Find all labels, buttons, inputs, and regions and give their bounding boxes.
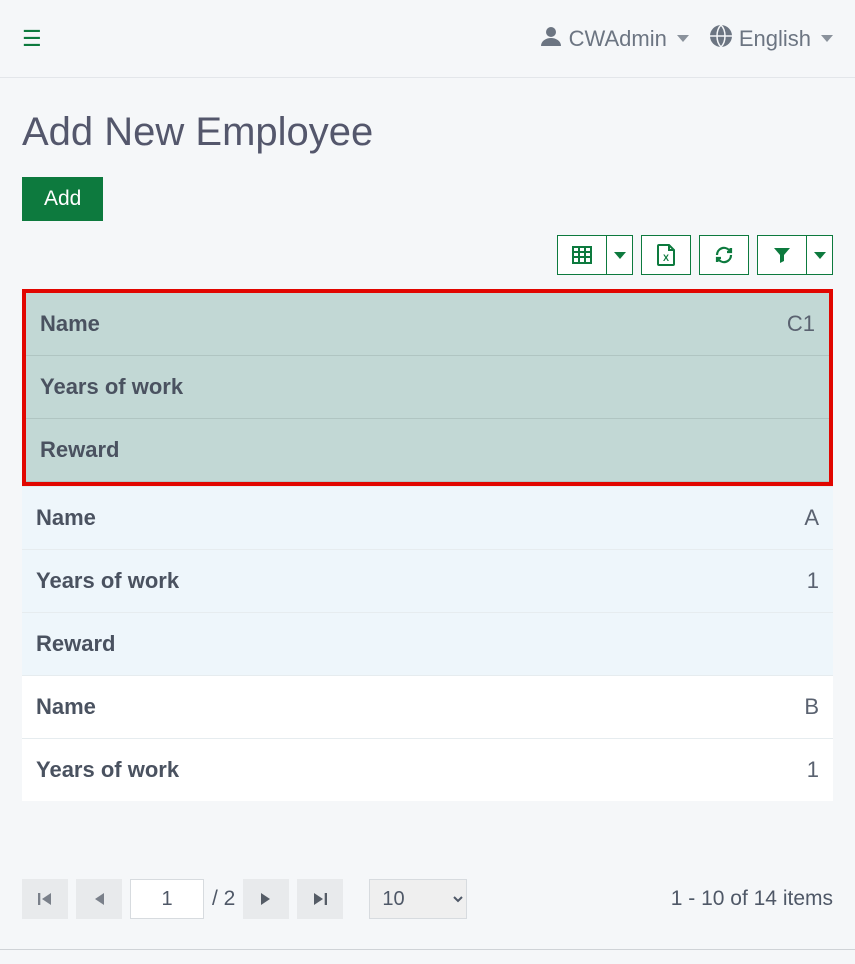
- next-page-button[interactable]: [243, 879, 289, 919]
- user-menu[interactable]: CWAdmin: [539, 24, 689, 54]
- record-row-name: Name C1: [26, 293, 829, 356]
- field-value: A: [804, 505, 819, 531]
- record-row-years: Years of work: [26, 356, 829, 419]
- language-label: English: [739, 26, 811, 52]
- page-number-input[interactable]: [130, 879, 204, 919]
- grid-toolbar: X: [22, 235, 833, 275]
- columns-dropdown[interactable]: [607, 235, 633, 275]
- field-value: 1: [807, 757, 819, 783]
- refresh-button[interactable]: [699, 235, 749, 275]
- records-list: Name C1 Years of work Reward Name A Years of w…: [22, 289, 833, 801]
- topbar: ☰ CWAdmin English: [0, 0, 855, 78]
- last-page-button[interactable]: [297, 879, 343, 919]
- globe-icon: [709, 24, 733, 54]
- page-total-label: / 2: [212, 887, 235, 911]
- first-page-button[interactable]: [22, 879, 68, 919]
- field-label: Years of work: [36, 568, 179, 594]
- record-row-name: Name A: [22, 487, 833, 550]
- field-label: Name: [40, 311, 100, 337]
- record-row-reward: Reward: [26, 419, 829, 482]
- record-row-years: Years of work 1: [22, 550, 833, 613]
- language-menu[interactable]: English: [709, 24, 833, 54]
- field-label: Years of work: [40, 374, 183, 400]
- hamburger-icon[interactable]: ☰: [22, 26, 42, 52]
- record-row-years: Years of work 1: [22, 739, 833, 801]
- prev-page-button[interactable]: [76, 879, 122, 919]
- export-excel-button[interactable]: X: [641, 235, 691, 275]
- field-label: Name: [36, 694, 96, 720]
- add-button[interactable]: Add: [22, 177, 103, 221]
- svg-text:X: X: [663, 253, 669, 263]
- footer-divider: [0, 949, 855, 950]
- filter-button[interactable]: [757, 235, 807, 275]
- pager-range-label: 1 - 10 of 14 items: [671, 887, 833, 911]
- field-value: 1: [807, 568, 819, 594]
- field-label: Years of work: [36, 757, 179, 783]
- page-title: Add New Employee: [22, 110, 833, 155]
- pager: / 2 10 1 - 10 of 14 items: [0, 879, 855, 949]
- record-group[interactable]: Name A Years of work 1 Reward: [22, 486, 833, 675]
- columns-button[interactable]: [557, 235, 607, 275]
- field-label: Reward: [40, 437, 119, 463]
- record-row-name: Name B: [22, 676, 833, 739]
- field-label: Name: [36, 505, 96, 531]
- filter-dropdown[interactable]: [807, 235, 833, 275]
- page-size-select[interactable]: 10: [369, 879, 467, 919]
- record-row-reward: Reward: [22, 613, 833, 675]
- caret-down-icon: [677, 35, 689, 42]
- user-icon: [539, 24, 563, 54]
- field-label: Reward: [36, 631, 115, 657]
- user-name: CWAdmin: [569, 26, 667, 52]
- record-group[interactable]: Name B Years of work 1: [22, 675, 833, 801]
- record-group[interactable]: Name C1 Years of work Reward: [22, 289, 833, 486]
- caret-down-icon: [821, 35, 833, 42]
- field-value: B: [804, 694, 819, 720]
- field-value: C1: [787, 311, 815, 337]
